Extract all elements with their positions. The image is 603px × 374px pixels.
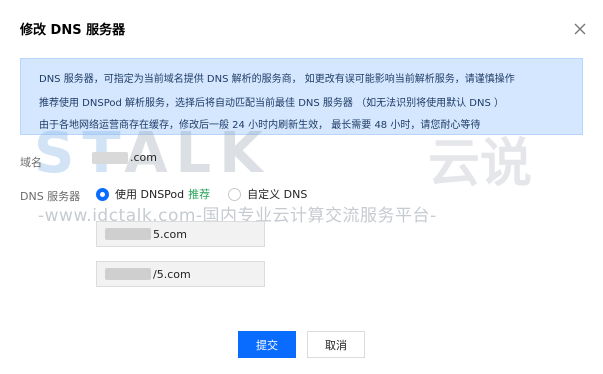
modify-dns-dialog: 修改 DNS 服务器 DNS 服务器，可指定为当前域名提供 DNS 解析的服务商… [0,0,603,374]
nameserver-field-1: 5.com [96,221,265,247]
domain-suffix: .com [130,151,157,164]
recommend-badge: 推荐 [188,188,211,201]
radio-unchecked-icon[interactable] [228,187,242,201]
nameserver-suffix: /5.com [153,267,191,281]
notice-line: 推荐使用 DNSPod 解析服务，选择后将自动匹配当前最佳 DNS 服务器 （如… [39,98,504,109]
close-icon[interactable] [571,20,589,38]
nameserver-field-2: /5.com [96,261,265,287]
domain-label: 域名 [20,156,42,169]
domain-value: .com [92,151,157,164]
option-label: 使用 DNSPod [115,188,185,201]
redacted-block [92,151,128,164]
redacted-block [105,268,151,280]
option-use-dnspod[interactable]: 使用 DNSPod 推荐 [96,186,210,202]
option-label: 自定义 DNS [247,188,308,201]
watermark-cn: 云说 [428,134,533,194]
redacted-block [105,228,151,240]
notice-line: DNS 服务器，可指定为当前域名提供 DNS 解析的服务商， 如更改有误可能影响… [39,74,515,85]
nameserver-suffix: 5.com [153,227,187,241]
radio-checked-icon[interactable] [96,187,109,201]
submit-button[interactable]: 提交 [238,331,296,358]
dns-option-group: 使用 DNSPod 推荐 自定义 DNS [96,186,325,202]
dns-server-label: DNS 服务器 [20,190,81,203]
dialog-title: 修改 DNS 服务器 [20,23,126,38]
cancel-button[interactable]: 取消 [307,331,365,358]
option-custom-dns[interactable]: 自定义 DNS [228,186,307,202]
